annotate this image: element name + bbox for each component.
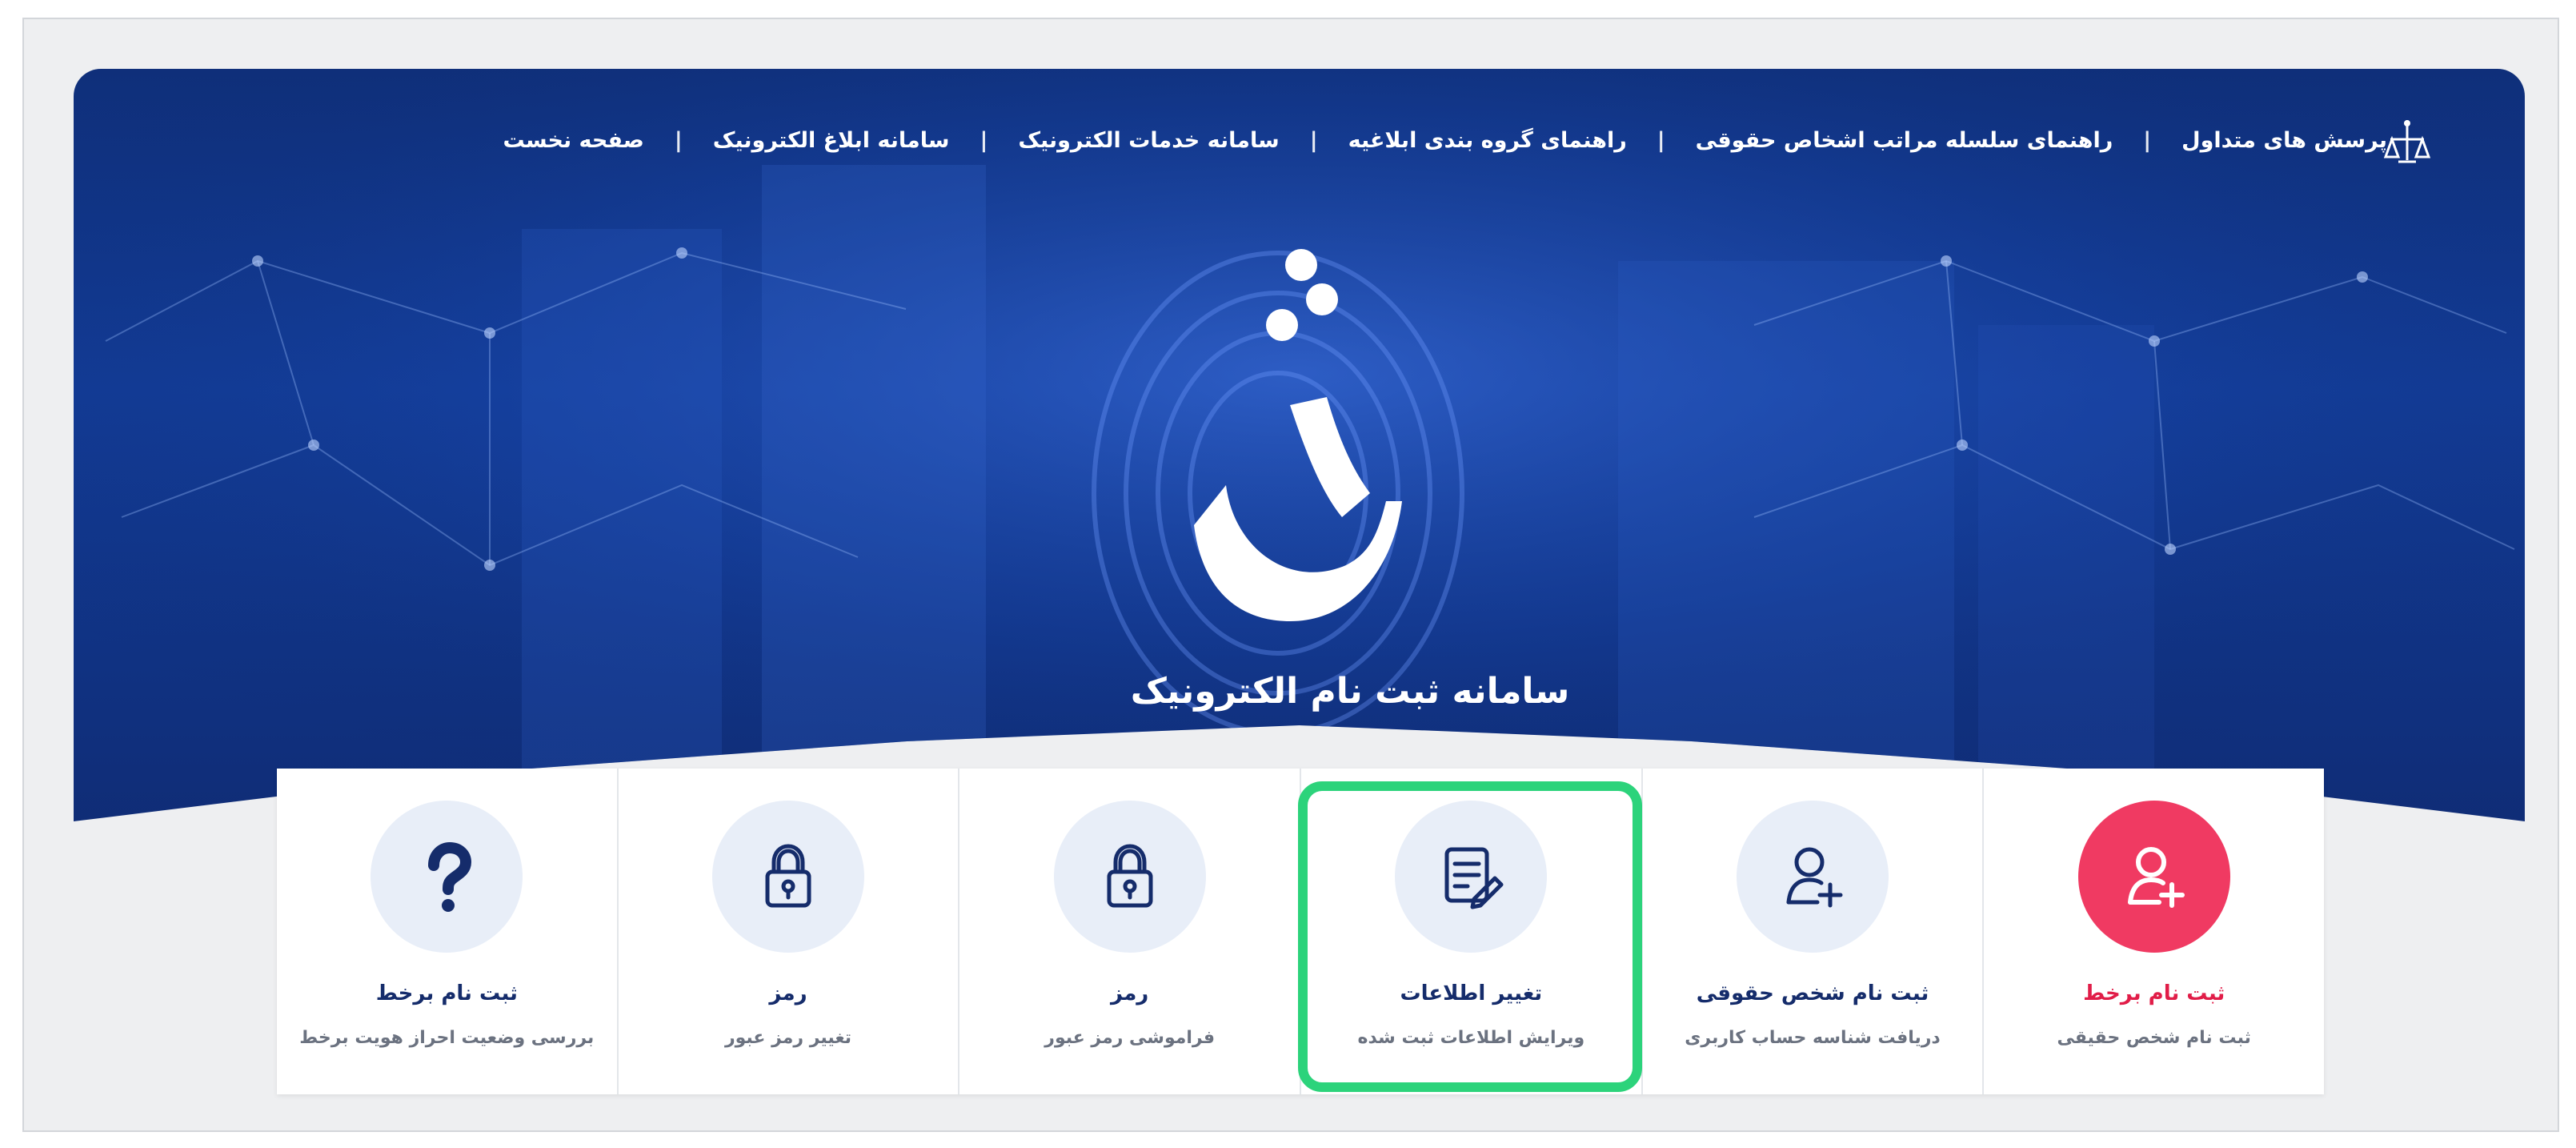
nav-separator: | [1309, 128, 1318, 153]
card-change-information[interactable]: تغییر اطلاعات ویرایش اطلاعات ثبت شده [1299, 769, 1641, 1094]
lock-icon [765, 844, 811, 908]
nav-separator: | [1657, 128, 1665, 153]
card-title: رمز [769, 981, 807, 1006]
card-title: ثبت نام شخص حقوقی [1696, 981, 1929, 1006]
nav-notice-grouping-guide[interactable]: راهنمای گروه بندی ابلاغیه [1339, 128, 1637, 153]
card-title: تغییر اطلاعات [1400, 981, 1543, 1006]
nav-separator: | [674, 128, 683, 153]
card-online-registration-natural[interactable]: ثبت نام برخط ثبت نام شخص حقیقی [1982, 769, 2324, 1094]
card-icon-circle [1395, 801, 1548, 953]
nav-faq[interactable]: پرسش های متداول [2172, 128, 2397, 153]
nav-home[interactable]: صفحه نخست [493, 128, 653, 153]
nav-separator: | [2143, 128, 2152, 153]
card-icon-circle [1737, 801, 1889, 953]
card-icon-circle [711, 801, 864, 953]
card-subtitle: تغییر رمز عبور [724, 1028, 852, 1048]
nav-legal-hierarchy-guide[interactable]: راهنمای سلسله مراتب اشخاص حقوقی [1686, 128, 2123, 153]
edit-document-icon [1444, 847, 1504, 909]
card-legal-person-registration[interactable]: ثبت نام شخص حقوقی دریافت شناسه حساب کارب… [1641, 769, 1983, 1094]
lock-icon [1107, 844, 1153, 908]
card-icon-circle [371, 801, 523, 953]
card-change-password[interactable]: رمز تغییر رمز عبور [616, 769, 959, 1094]
add-user-icon [1786, 847, 1843, 908]
question-icon [428, 841, 472, 912]
card-subtitle: بررسی وضعیت احراز هویت برخط [299, 1028, 595, 1048]
card-title: ثبت نام برخط [2083, 981, 2225, 1006]
add-user-icon [2127, 847, 2185, 908]
card-subtitle: ویرایش اطلاعات ثبت شده [1357, 1028, 1585, 1048]
card-title: ثبت نام برخط [375, 981, 518, 1006]
card-title: رمز [1111, 981, 1149, 1006]
nav-links: صفحه نخست | سامانه ابلاغ الکترونیک | سام… [493, 128, 2397, 153]
card-forgot-password[interactable]: رمز فراموشی رمز عبور [958, 769, 1300, 1094]
app-title: سامانه ثبت نام الکترونیک [1130, 671, 1570, 712]
service-cards: ثبت نام برخط ثبت نام شخص حقیقی ثبت نام ش… [277, 769, 2324, 1094]
card-subtitle: دریافت شناسه حساب کاربری [1685, 1028, 1941, 1048]
nav-electronic-notice[interactable]: سامانه ابلاغ الکترونیک [703, 128, 959, 153]
card-subtitle: ثبت نام شخص حقیقی [2057, 1028, 2251, 1048]
card-subtitle: فراموشی رمز عبور [1044, 1028, 1215, 1048]
page-root: سامانه ثبت نام الکترونیک صفحه نخست | سام… [0, 0, 2576, 1148]
nav-separator: | [980, 128, 988, 153]
card-icon-circle [1053, 801, 1206, 953]
nav-electronic-services[interactable]: سامانه خدمات الکترونیک [1008, 128, 1288, 153]
card-identity-verification-status[interactable]: ثبت نام برخط بررسی وضعیت احراز هویت برخط [277, 769, 617, 1094]
card-icon-circle [2077, 801, 2230, 953]
top-navigation: صفحه نخست | سامانه ابلاغ الکترونیک | سام… [74, 69, 2525, 221]
